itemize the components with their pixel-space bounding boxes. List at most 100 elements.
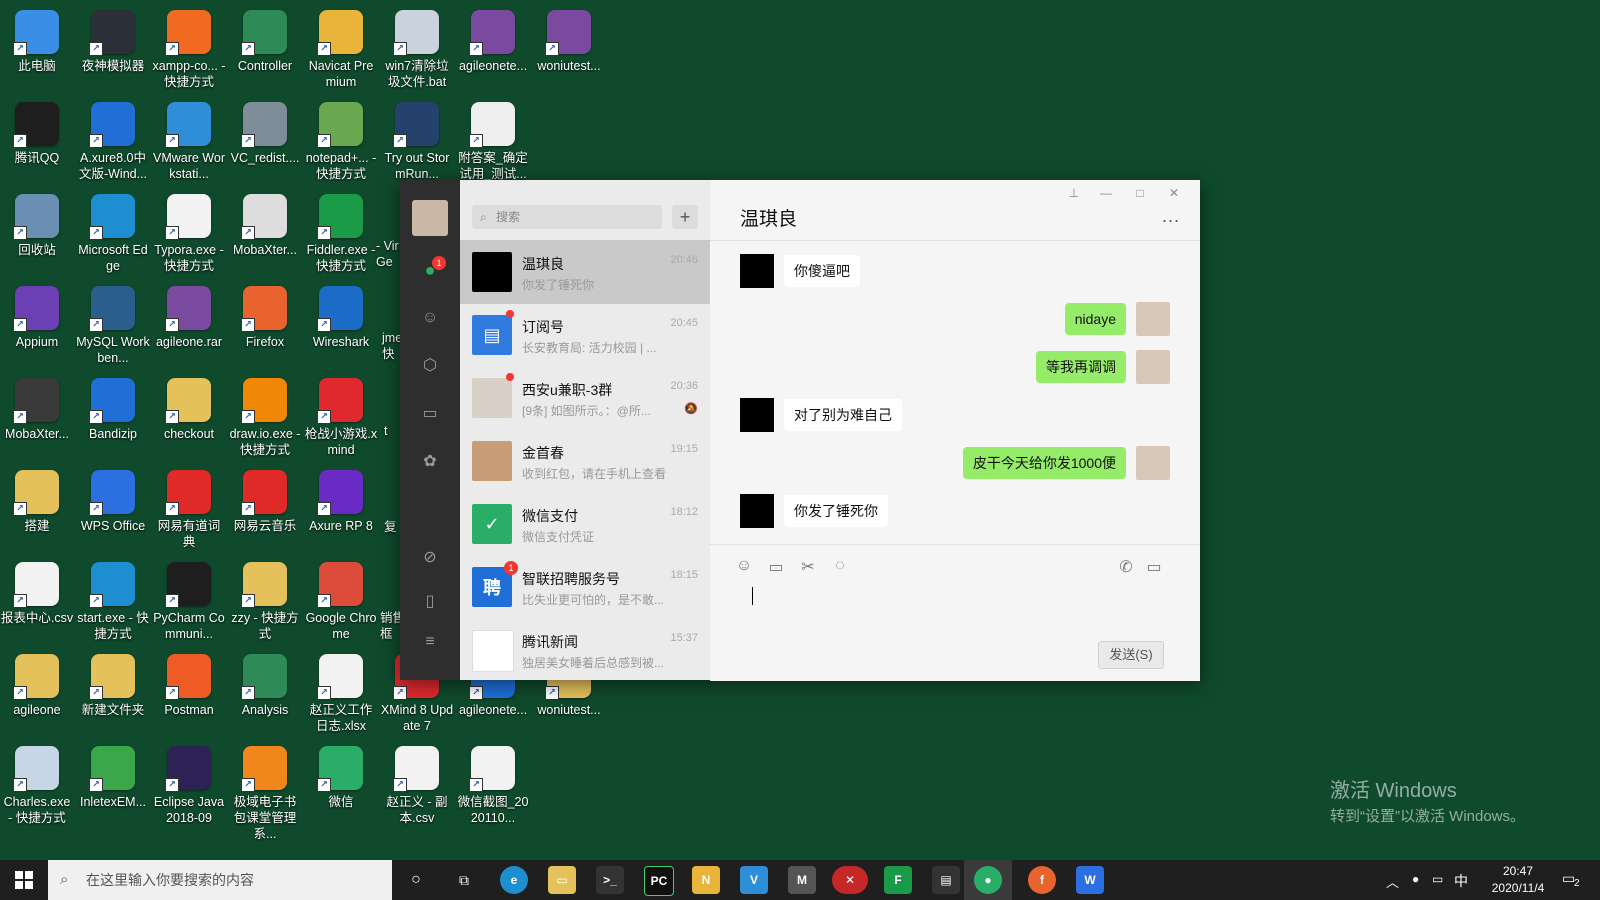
desktop-icon[interactable]: ↗ Wireshark [304,280,378,350]
send-button[interactable]: 发送(S) [1098,641,1164,669]
chat-history-icon[interactable]: ◌ [830,557,850,575]
pin-icon[interactable]: ⊥ [1066,186,1082,200]
moments-icon[interactable]: ✿ [420,452,440,472]
screenshot-icon[interactable]: ✂ [798,557,818,577]
message-avatar[interactable] [1136,446,1170,480]
search-input[interactable]: ⌕ 搜索 [472,205,662,229]
file-explorer-icon[interactable]: ▭ [548,866,576,894]
pycharm-icon[interactable]: PC [644,866,674,896]
conversation-item[interactable]: 聘 1 智联招聘服务号 18:15 比失业更可怕的，是不敢... [460,555,710,619]
message-bubble[interactable]: 对了别为难自己 [784,399,902,431]
desktop-icon[interactable]: ↗ 此电脑 [0,4,74,74]
emoji-icon[interactable]: ☺ [734,557,754,575]
desktop-icon[interactable]: ↗ 赵正义工作日志.xlsx [304,648,378,734]
message-avatar[interactable] [740,494,774,528]
desktop-icon[interactable]: ↗ Charles.exe - 快捷方式 [0,740,74,826]
desktop-icon[interactable]: ↗ checkout [152,372,226,442]
voice-call-icon[interactable]: ✆ [1116,557,1136,577]
message-avatar[interactable] [740,254,774,288]
desktop-icon[interactable]: ↗ Google Chrome [304,556,378,642]
message-avatar[interactable] [1136,350,1170,384]
desktop-icon[interactable]: ↗ 报表中心.csv [0,556,74,626]
desktop-icon[interactable]: ↗ agileone [0,648,74,718]
desktop-icon[interactable]: ↗ MobaXter... [0,372,74,442]
message-input-area[interactable]: ☺ ▭ ✂ ◌ ✆ ▭ 发送(S) [710,544,1200,681]
taskbar-search-input[interactable]: ⌕ 在这里输入你要搜索的内容 [48,860,392,900]
desktop-icon[interactable]: ↗ PyCharm Communi... [152,556,226,642]
desktop-icon[interactable]: ↗ 网易有道词典 [152,464,226,550]
ime-indicator[interactable]: 中 [1454,871,1468,891]
message-bubble[interactable]: 你傻逼吧 [784,255,860,287]
desktop-icon[interactable]: ↗ Navicat Premium [304,4,378,90]
message-bubble[interactable]: 皮干今天给你发1000便 [962,447,1126,479]
desktop-icon[interactable]: ↗ Microsoft Edge [76,188,150,274]
contacts-icon[interactable]: ☺ [420,308,440,328]
desktop-icon[interactable]: ↗ A.xure8.0中文版-Wind... [76,96,150,182]
typora-icon[interactable]: ▤ [932,866,960,894]
video-call-icon[interactable]: ▭ [1144,557,1164,577]
desktop-icon[interactable]: ↗ Appium [0,280,74,350]
desktop-icon[interactable]: ↗ 极域电子书包课堂管理系... [228,740,302,842]
menu-icon[interactable]: ≡ [420,632,440,652]
network-icon[interactable]: ▭ [1432,872,1443,886]
terminal-icon[interactable]: >_ [596,866,624,894]
desktop-icon[interactable]: ↗ 枪战小游戏.xmind [304,372,378,458]
user-avatar[interactable] [412,200,448,236]
desktop-icon[interactable]: ↗ agileonete... [456,4,530,74]
navicat-icon[interactable]: N [692,866,720,894]
desktop-icon[interactable]: ↗ woniutest... [532,4,606,74]
desktop-icon[interactable]: ↗ Eclipse Java 2018-09 [152,740,226,826]
desktop-icon[interactable]: ↗ Analysis [228,648,302,718]
desktop-icon[interactable]: ↗ Postman [152,648,226,718]
folder-icon[interactable]: ▭ [420,404,440,424]
close-icon[interactable]: ✕ [1166,186,1182,200]
wechat-taskbar-active[interactable]: ● [964,860,1012,900]
clock-date[interactable]: 2020/11/4 [1478,881,1558,895]
task-view-icon[interactable]: ⧉ [450,866,478,894]
desktop-icon[interactable]: ↗ Try out StormRun... [380,96,454,182]
desktop-icon[interactable]: ↗ MySQL Workben... [76,280,150,366]
desktop-icon[interactable]: ↗ start.exe - 快捷方式 [76,556,150,642]
minimize-icon[interactable]: — [1098,186,1114,200]
message-bubble[interactable]: nidaye [1064,303,1126,335]
start-button[interactable] [0,860,48,900]
desktop-icon[interactable]: ↗ Bandizip [76,372,150,442]
add-button[interactable]: + [672,205,698,229]
collections-icon[interactable]: ⬡ [420,356,440,376]
message-avatar[interactable] [1136,302,1170,336]
cortana-icon[interactable]: ○ [402,866,430,894]
desktop-icon[interactable]: ↗ 搭建 [0,464,74,534]
mini-program-icon[interactable]: ⊘ [420,548,440,568]
desktop-icon[interactable]: ↗ 腾讯QQ [0,96,74,166]
desktop-icon[interactable]: ↗ VMware Workstati... [152,96,226,182]
desktop-icon[interactable]: ↗ InletexEM... [76,740,150,810]
desktop-icon[interactable]: ↗ 回收站 [0,188,74,258]
tray-expand-icon[interactable]: ︿ [1386,872,1399,891]
conversation-item[interactable]: ✓ 微信支付 18:12 微信支付凭证 [460,492,710,556]
vmware-icon[interactable]: V [740,866,768,894]
desktop-icon[interactable]: ↗ 附答案_确定试用_测试... [456,96,530,182]
message-avatar[interactable] [740,398,774,432]
wps-icon[interactable]: W [1076,866,1104,894]
desktop-icon[interactable]: ↗ Axure RP 8 [304,464,378,534]
edge-icon[interactable]: e [500,866,528,894]
desktop-icon[interactable]: ↗ WPS Office [76,464,150,534]
desktop-icon[interactable]: ↗ 赵正义 - 副本.csv [380,740,454,826]
maximize-icon[interactable]: □ [1132,186,1148,200]
desktop-icon[interactable]: ↗ Firefox [228,280,302,350]
desktop-icon[interactable]: ↗ 微信截图_2020110... [456,740,530,826]
qq-tray-icon[interactable]: ● [1412,872,1419,886]
fiddler-icon[interactable]: F [884,866,912,894]
conversation-item[interactable]: 金首春 19:15 收到红包，请在手机上查看 [460,429,710,493]
conversation-item[interactable]: 腾讯新闻 15:37 独居美女睡着后总感到被... [460,618,710,680]
desktop-icon[interactable]: ↗ MobaXter... [228,188,302,258]
desktop-icon[interactable]: ↗ 新建文件夹 [76,648,150,718]
message-bubble[interactable]: 你发了锤死你 [784,495,888,527]
desktop-icon[interactable]: ↗ Fiddler.exe - 快捷方式 [304,188,378,274]
mobaxterm-icon[interactable]: M [788,866,816,894]
desktop-icon[interactable]: ↗ Controller [228,4,302,74]
conversation-item[interactable]: ▤ 订阅号 20:45 长安教育局: 活力校园 | ... [460,303,710,367]
file-icon[interactable]: ▭ [766,557,786,577]
desktop-icon[interactable]: ↗ Typora.exe - 快捷方式 [152,188,226,274]
desktop-icon[interactable]: ↗ 夜神模拟器 [76,4,150,74]
